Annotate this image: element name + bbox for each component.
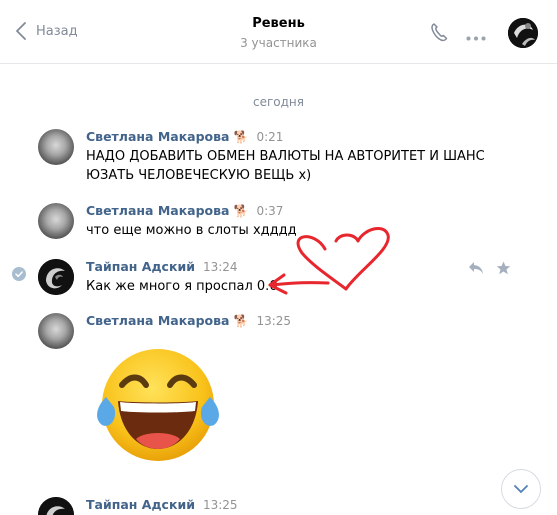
message-time[interactable]: 13:25 <box>203 498 238 512</box>
message-time[interactable]: 0:37 <box>256 204 283 218</box>
message-text-line: НАДО ДОБАВИТЬ ОБМЕН ВАЛЮТЫ НА АВТОРИТЕТ … <box>86 149 485 164</box>
cut-off-text: (...) <box>86 65 109 66</box>
author-name[interactable]: Светлана Макарова <box>86 129 230 144</box>
dog-icon: 🐕 <box>233 204 249 218</box>
message-header: Светлана Макарова 🐕 0:21 <box>86 129 283 145</box>
avatar[interactable] <box>38 259 74 295</box>
avatar[interactable] <box>38 203 74 239</box>
star-icon[interactable] <box>496 261 511 279</box>
avatar[interactable] <box>38 313 74 349</box>
back-label: Назад <box>36 23 78 39</box>
date-separator: сегодня <box>253 95 304 109</box>
dog-icon: 🐕 <box>233 130 249 144</box>
chevron-left-icon <box>16 22 26 40</box>
message-time[interactable]: 13:24 <box>203 260 238 274</box>
back-button[interactable]: Назад <box>16 22 78 40</box>
phone-icon[interactable] <box>430 22 448 46</box>
message-text-line: Как же много я проспал 0.0 <box>86 279 278 294</box>
reply-icon[interactable] <box>468 261 484 279</box>
author-name[interactable]: Тайпан Адский <box>86 497 195 512</box>
dog-icon: 🐕 <box>233 314 249 328</box>
message-text-line: что еще можно в слоты хдддд <box>86 223 297 238</box>
message-header: Светлана Макарова 🐕 0:37 <box>86 203 283 219</box>
message-text-line: ЮЗАТЬ ЧЕЛОВЕЧЕСКУЮ ВЕЩЬ х) <box>86 168 312 183</box>
message-time[interactable]: 13:25 <box>256 314 291 328</box>
avatar[interactable] <box>38 497 74 515</box>
avatar[interactable] <box>38 129 74 165</box>
chevron-down-icon <box>514 485 528 493</box>
message-header: Тайпан Адский 13:25 <box>86 497 238 513</box>
message-time[interactable]: 0:21 <box>256 130 283 144</box>
chat-avatar[interactable] <box>508 18 538 48</box>
message-header: Светлана Макарова 🐕 13:25 <box>86 313 291 329</box>
check-icon[interactable] <box>12 267 26 281</box>
message-feed[interactable]: (...) сегодня Светлана Макарова🐕0:21 НАД… <box>0 65 557 515</box>
message-header: Тайпан Адский 13:24 <box>86 259 238 275</box>
chat-header: Назад Ревень 3 участника <box>0 0 557 64</box>
author-name[interactable]: Светлана Макарова <box>86 313 230 328</box>
author-name[interactable]: Тайпан Адский <box>86 259 195 274</box>
author-name[interactable]: Светлана Макарова <box>86 203 230 218</box>
more-icon[interactable] <box>466 30 486 45</box>
laughing-crying-emoji-sticker[interactable] <box>92 345 224 465</box>
chat-title: Ревень <box>252 16 305 31</box>
scroll-down-button[interactable] <box>501 469 541 509</box>
